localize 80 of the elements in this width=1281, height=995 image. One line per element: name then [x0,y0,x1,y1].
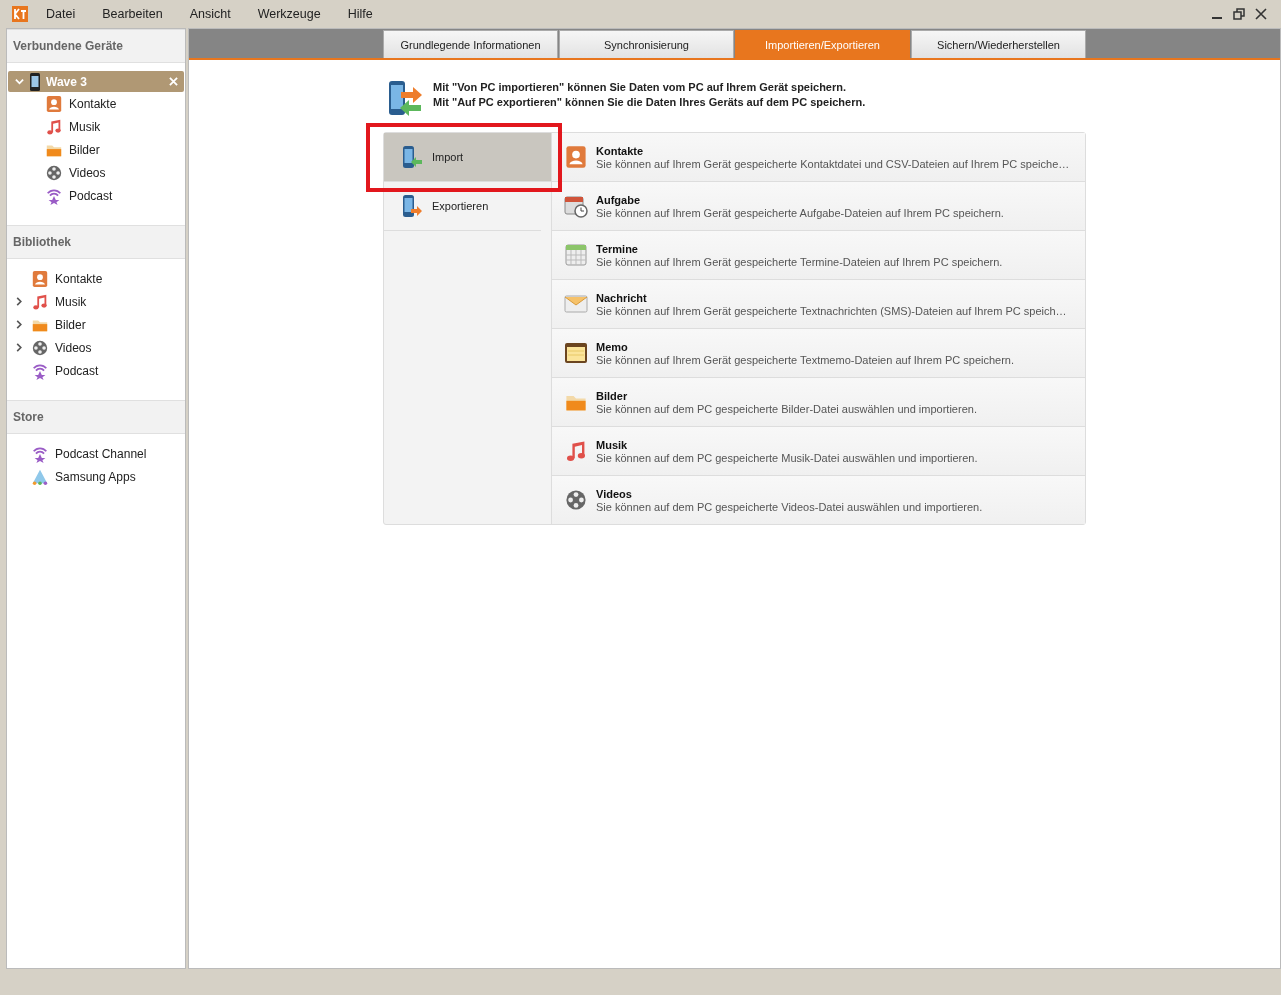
category-description: Sie können auf dem PC gespeicherte Videos-Datei auswählen und importieren. [596,500,983,513]
film-reel-icon [564,488,588,512]
close-icon[interactable] [1255,8,1267,20]
category-row[interactable]: Bilder Sie können auf dem PC gespeicherte Bilder-Datei auswählen und importieren. [552,378,1085,427]
tree-item[interactable]: Bilder [55,317,86,332]
phone-arrow-in-icon [400,145,424,169]
category-title: Nachricht [596,291,648,304]
tree-item[interactable]: Videos [55,340,92,355]
calendar-clock-icon [564,194,588,218]
category-row[interactable]: Nachricht Sie können auf Ihrem Gerät gespeicherte Textnachrichten (SMS)-Dateien auf Ihrem PC speich… [552,280,1085,329]
tree-item[interactable]: Kontakte [69,96,117,111]
category-title: Bilder [596,389,629,402]
contact-card-icon [564,145,588,169]
category-title: Videos [596,487,633,500]
tree-item[interactable]: Samsung Apps [55,469,136,484]
mode-label: Exportieren [432,200,489,212]
category-description: Sie können auf dem PC gespeicherte Musik-Datei auswählen und importieren. [596,451,978,464]
category-description: Sie können auf Ihrem Gerät gespeicherte Textnachrichten (SMS)-Dateien auf Ihrem PC speich… [596,304,1067,317]
category-title: Memo [596,340,629,353]
calendar-icon [564,243,588,267]
category-row[interactable]: Termine Sie können auf Ihrem Gerät gespeicherte Termine-Dateien auf Ihrem PC speichern. [552,231,1085,280]
chevron-icon[interactable] [16,343,22,352]
tree-item[interactable]: Podcast Channel [55,446,147,461]
section-header: Store [7,400,185,434]
category-title: Aufgabe [596,193,641,206]
contact-card-icon [31,269,49,288]
tree-item[interactable]: Podcast [69,188,113,203]
film-reel-icon [31,338,49,357]
tab[interactable]: Sichern/Wiederherstellen [911,30,1086,58]
music-note-icon [31,292,49,311]
podcast-icon [31,444,49,463]
app-logo-icon [12,6,28,22]
menu-item[interactable]: Hilfe [347,7,373,21]
notepad-icon [564,341,588,365]
podcast-icon [31,361,49,380]
category-title: Musik [596,438,629,451]
section-header: Verbundene Geräte [7,29,185,63]
tab[interactable]: Synchronisierung [559,30,734,58]
tree-item[interactable]: Bilder [69,142,100,157]
tree-item[interactable]: Videos [69,165,106,180]
category-title: Termine [596,242,639,255]
category-row[interactable]: Kontakte Sie können auf Ihrem Gerät gespeicherte Kontaktdatei und CSV-Dateien auf Ihrem PC speiche… [552,133,1085,182]
tree-item[interactable]: Podcast [55,363,99,378]
category-title: Kontakte [596,144,645,157]
phone-transfer-icon [387,80,423,118]
menu-item[interactable]: Bearbeiten [102,7,163,21]
music-note-icon [564,439,588,463]
menu-item[interactable]: Werkzeuge [257,7,321,21]
phone-icon [30,72,40,91]
chevron-icon[interactable] [16,320,22,329]
mode-item[interactable]: Exportieren [384,182,541,231]
phone-arrow-out-icon [400,194,424,218]
envelope-icon [564,292,588,316]
mode-item[interactable]: Import [384,133,551,182]
intro-text: Mit "Von PC importieren" können Sie Daten vom PC auf Ihrem Gerät speichern. [433,80,848,95]
device-name: Wave 3 [46,74,87,89]
menu-item[interactable]: Datei [46,7,76,21]
tree-item[interactable]: Musik [55,294,87,309]
category-description: Sie können auf Ihrem Gerät gespeicherte Termine-Dateien auf Ihrem PC speichern. [596,255,1003,268]
tab[interactable]: Grundlegende Informationen [383,30,558,58]
category-row[interactable]: Memo Sie können auf Ihrem Gerät gespeicherte Textmemo-Dateien auf Ihrem PC speichern. [552,329,1085,378]
menu-item[interactable]: Ansicht [189,7,231,21]
category-row[interactable]: Musik Sie können auf dem PC gespeicherte Musik-Datei auswählen und importieren. [552,427,1085,476]
contact-card-icon [45,94,63,113]
intro-text: Mit "Auf PC exportieren" können Sie die Daten Ihres Geräts auf dem PC speichern. [433,95,866,110]
tree-item[interactable]: Musik [69,119,101,134]
restore-icon[interactable] [1233,8,1245,20]
film-reel-icon [45,163,63,182]
chevron-icon[interactable] [16,297,22,306]
music-note-icon [45,117,63,136]
podcast-icon [45,186,63,205]
tree-item[interactable]: Kontakte [55,271,103,286]
category-description: Sie können auf Ihrem Gerät gespeicherte Kontaktdatei und CSV-Dateien auf Ihrem PC speiche… [596,157,1070,170]
category-row[interactable]: Videos Sie können auf dem PC gespeicherte Videos-Datei auswählen und importieren. [552,476,1085,524]
mode-label: Import [432,151,464,163]
section-header: Bibliothek [7,225,185,259]
category-description: Sie können auf Ihrem Gerät gespeicherte Textmemo-Dateien auf Ihrem PC speichern. [596,353,1014,366]
category-row[interactable]: Aufgabe Sie können auf Ihrem Gerät gespeicherte Aufgabe-Dateien auf Ihrem PC speichern. [552,182,1085,231]
category-description: Sie können auf dem PC gespeicherte Bilder-Datei auswählen und importieren. [596,402,977,415]
category-description: Sie können auf Ihrem Gerät gespeicherte Aufgabe-Dateien auf Ihrem PC speichern. [596,206,1004,219]
